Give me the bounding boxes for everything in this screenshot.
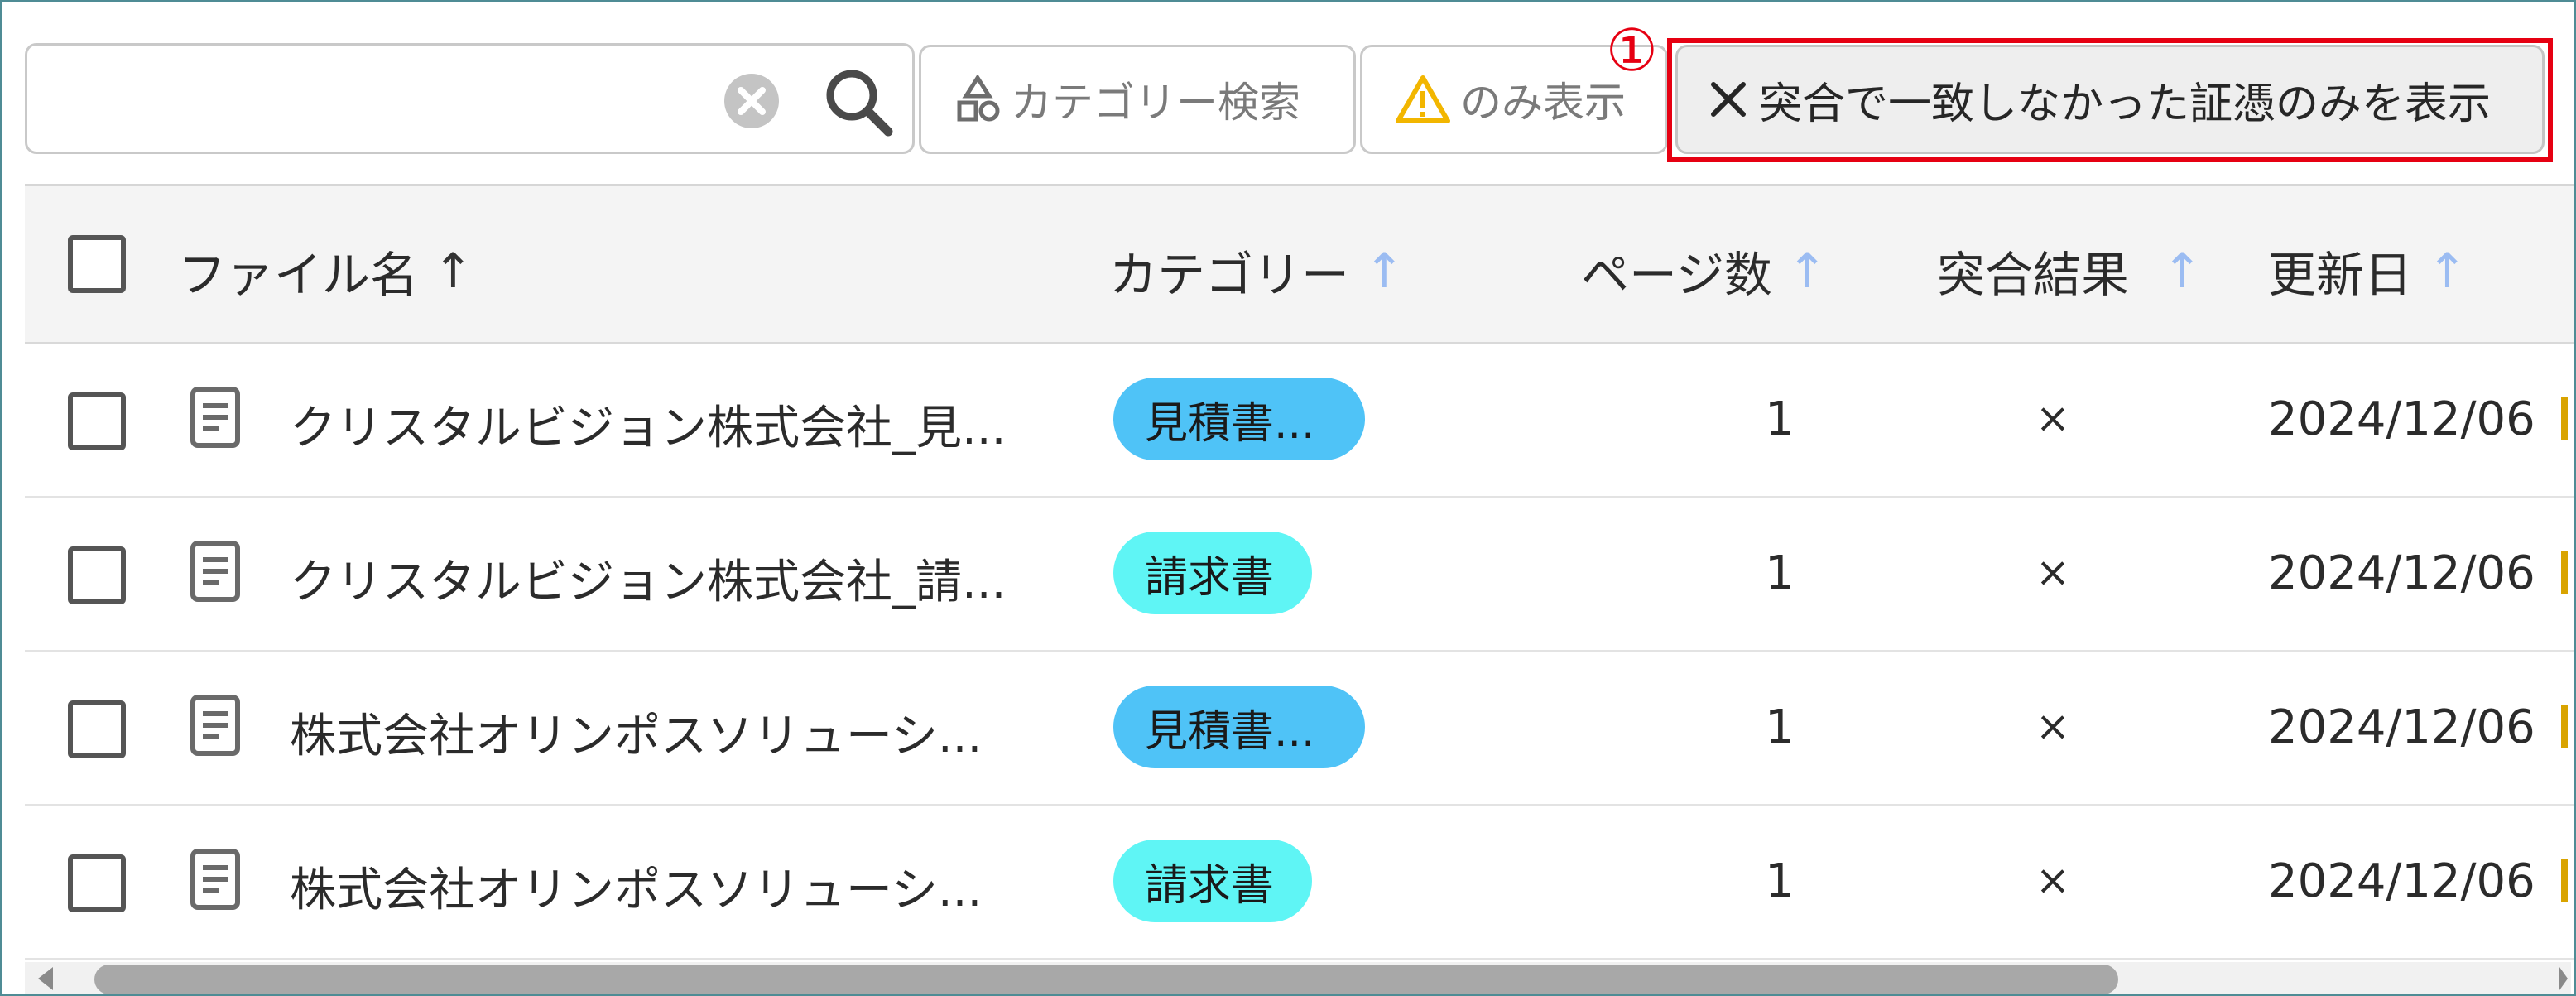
document-icon (190, 695, 240, 756)
page-count: 1 (1765, 546, 1795, 600)
sort-arrow-icon: ↑ (1786, 243, 1828, 299)
annotation-marker-1: ① (1606, 17, 1658, 84)
clear-icon[interactable] (723, 72, 781, 130)
search-input[interactable] (47, 62, 696, 138)
app-frame: カテゴリー検索 のみ表示 突合で一致しなかった証憑のみを表示 ① ② ファイル名… (0, 0, 2576, 996)
sort-arrow-icon: ↑ (1364, 243, 1405, 299)
updated-date: 2024/12/06 (2268, 854, 2535, 908)
status-edge (2561, 705, 2568, 748)
category-badge: 請求書 (1113, 532, 1312, 614)
search-icon[interactable] (822, 65, 896, 140)
table-header: ファイル名 ↑ カテゴリー ↑ ページ数 ↑ 突合結果 ↑ 更新日 ↑ (25, 186, 2574, 344)
mismatch-only-button[interactable]: 突合で一致しなかった証憑のみを表示 (1675, 45, 2545, 154)
category-search-label: カテゴリー検索 (1011, 79, 1300, 127)
reconciliation-result: × (2035, 394, 2070, 442)
search-box[interactable] (25, 43, 915, 154)
warning-only-label: のみ表示 (1460, 79, 1626, 127)
file-name[interactable]: クリスタルビジョン株式会社_請... (290, 545, 1006, 612)
sort-arrow-icon: ↑ (2162, 243, 2203, 299)
document-icon (190, 541, 240, 602)
table-row[interactable]: クリスタルビジョン株式会社_請... 請求書 1 × 2024/12/06 (25, 498, 2574, 652)
category-badge: 見積書... (1113, 686, 1365, 768)
status-edge (2561, 859, 2568, 902)
document-icon (190, 849, 240, 910)
updated-date: 2024/12/06 (2268, 700, 2535, 754)
file-name[interactable]: 株式会社オリンポスソリューシ... (290, 853, 982, 920)
mismatch-only-label: 突合で一致しなかった証憑のみを表示 (1759, 79, 2492, 129)
page-count: 1 (1765, 392, 1795, 446)
column-header-reconciliation-result[interactable]: 突合結果 ↑ (1937, 236, 2203, 306)
category-search-button[interactable]: カテゴリー検索 (919, 45, 1356, 154)
status-edge (2561, 551, 2568, 594)
scroll-right-arrow-icon[interactable] (2559, 967, 2568, 990)
select-all-checkbox[interactable] (68, 235, 126, 293)
column-header-pages[interactable]: ページ数 ↑ (1581, 236, 1827, 306)
close-icon (1711, 82, 1746, 117)
table-row[interactable]: 株式会社オリンポスソリューシ... 請求書 1 × 2024/12/06 (25, 806, 2574, 960)
updated-date: 2024/12/06 (2268, 546, 2535, 600)
table-row[interactable]: クリスタルビジョン株式会社_見... 見積書... 1 × 2024/12/06 (25, 344, 2574, 498)
reconciliation-result: × (2035, 548, 2070, 596)
column-header-filename[interactable]: ファイル名 ↑ (178, 236, 473, 306)
scroll-left-arrow-icon[interactable] (38, 967, 53, 990)
document-icon (190, 387, 240, 448)
file-table: ファイル名 ↑ カテゴリー ↑ ページ数 ↑ 突合結果 ↑ 更新日 ↑ クリスタ… (25, 184, 2574, 969)
row-checkbox[interactable] (68, 392, 126, 450)
file-name[interactable]: クリスタルビジョン株式会社_見... (290, 391, 1006, 458)
shapes-icon (957, 75, 1000, 122)
page-count: 1 (1765, 700, 1795, 754)
sort-arrow-icon: ↑ (433, 243, 473, 299)
updated-date: 2024/12/06 (2268, 392, 2535, 446)
file-name[interactable]: 株式会社オリンポスソリューシ... (290, 699, 982, 766)
row-checkbox[interactable] (68, 854, 126, 912)
reconciliation-result: × (2035, 856, 2070, 904)
category-badge: 見積書... (1113, 378, 1365, 460)
row-checkbox[interactable] (68, 700, 126, 758)
page-count: 1 (1765, 854, 1795, 908)
row-checkbox[interactable] (68, 546, 126, 604)
reconciliation-result: × (2035, 702, 2070, 750)
table-row[interactable]: 株式会社オリンポスソリューシ... 見積書... 1 × 2024/12/06 (25, 652, 2574, 806)
status-edge (2561, 397, 2568, 440)
category-badge: 請求書 (1113, 840, 1312, 922)
column-header-updated-date[interactable]: 更新日 ↑ (2268, 236, 2468, 306)
column-header-category[interactable]: カテゴリー ↑ (1109, 236, 1405, 306)
sort-arrow-icon: ↑ (2427, 243, 2468, 299)
warning-icon (1396, 75, 1450, 123)
horizontal-scrollbar-thumb[interactable] (94, 965, 2118, 994)
